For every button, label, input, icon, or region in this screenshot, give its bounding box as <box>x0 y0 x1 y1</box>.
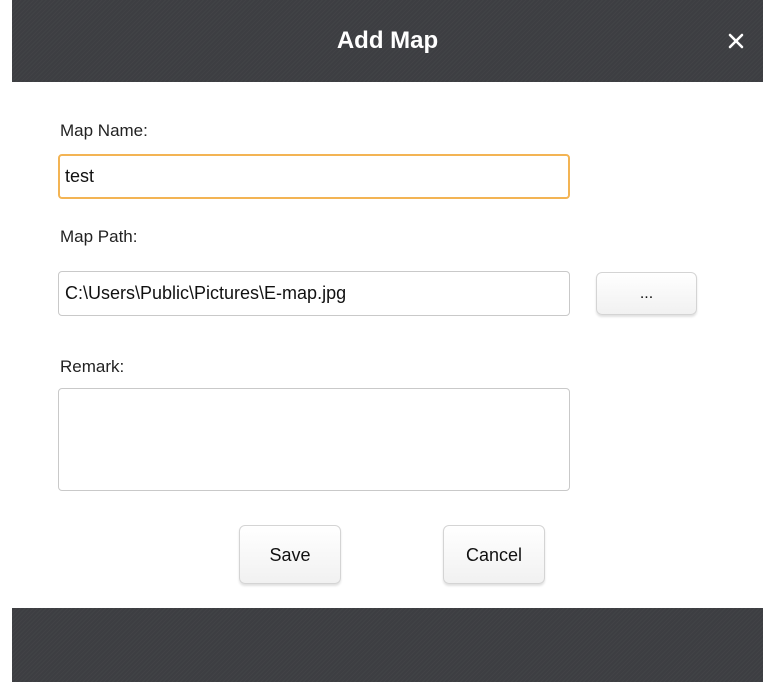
map-name-label: Map Name: <box>60 121 148 140</box>
cancel-button[interactable]: Cancel <box>443 525 545 584</box>
dialog-footer <box>12 608 763 682</box>
map-path-label: Map Path: <box>60 227 138 246</box>
close-icon[interactable] <box>720 25 752 57</box>
dialog-title: Add Map <box>336 27 439 54</box>
remark-label: Remark: <box>60 357 125 376</box>
map-name-input[interactable] <box>58 154 570 199</box>
dialog-body: Map Name: Map Path: ... Remark: Save Can… <box>12 82 763 608</box>
remark-textarea[interactable] <box>58 388 570 491</box>
map-path-input[interactable] <box>58 271 570 316</box>
dialog-titlebar: Add Map <box>12 0 763 82</box>
add-map-dialog: Add Map Map Name: Map Path: ... Remark: … <box>12 0 763 682</box>
browse-button[interactable]: ... <box>596 272 697 315</box>
save-button[interactable]: Save <box>239 525 341 584</box>
